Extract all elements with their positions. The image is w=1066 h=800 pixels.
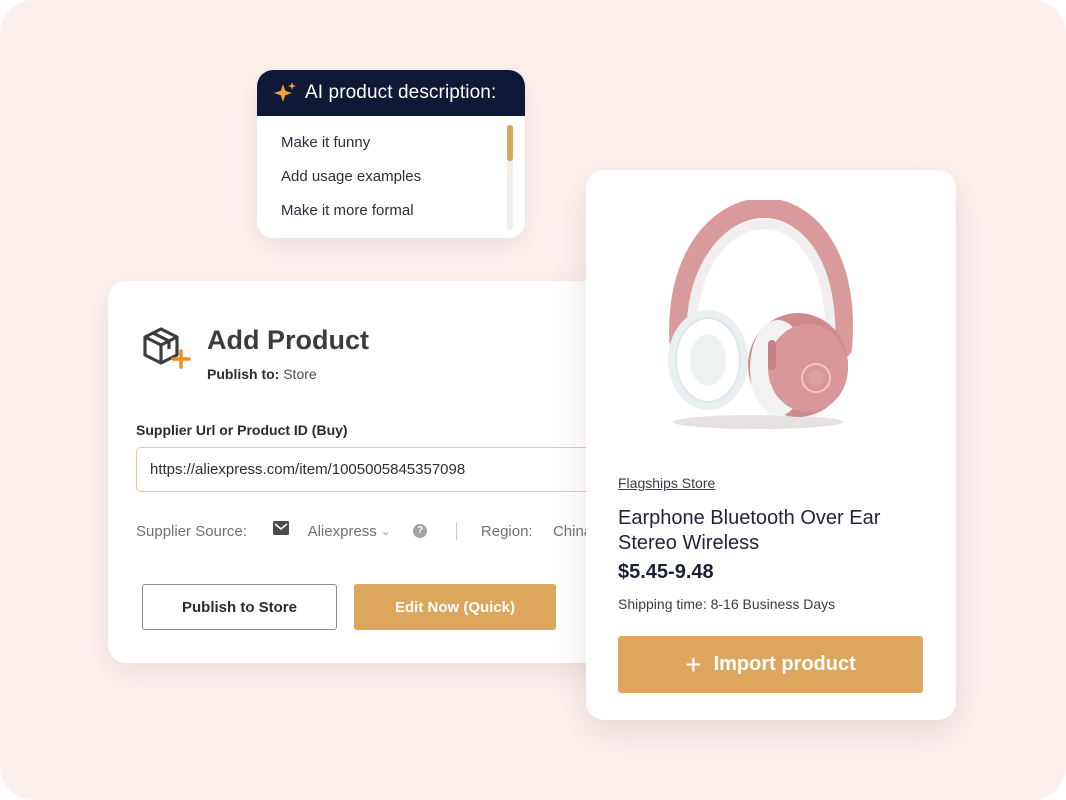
import-button-label: Import product <box>713 653 856 675</box>
supplier-source-label: Supplier Source: <box>136 522 247 540</box>
ai-list-scrollbar[interactable] <box>507 125 513 230</box>
scrollbar-thumb[interactable] <box>507 125 513 161</box>
supplier-url-input[interactable] <box>136 447 628 492</box>
region-label: Region: <box>480 522 533 540</box>
chevron-down-icon: ⌄ <box>380 524 391 539</box>
ai-popup-title: AI product description: <box>305 82 497 103</box>
package-add-icon <box>143 327 191 369</box>
publish-to-value: Store <box>283 366 317 382</box>
headphones-product-image <box>668 200 853 429</box>
product-price: $5.45-9.48 <box>618 561 714 583</box>
supplier-url-label: Supplier Url or Product ID (Buy) <box>136 422 348 438</box>
import-product-button[interactable]: + Import product <box>618 636 923 693</box>
sparkle-icon <box>274 82 296 102</box>
add-product-title: Add Product <box>207 325 369 355</box>
product-card: Flagships Store Earphone Bluetooth Over … <box>586 170 956 720</box>
ai-description-popup: AI product description: Make it funny Ad… <box>257 70 525 238</box>
ai-option-formal[interactable]: Make it more formal <box>281 198 525 232</box>
ai-popup-header: AI product description: <box>257 70 525 116</box>
aliexpress-logo-icon <box>273 521 290 535</box>
publish-to-label: Publish to: <box>207 366 280 382</box>
ai-option-funny[interactable]: Make it funny <box>281 130 525 164</box>
add-product-card: Add Product Publish to: Store Supplier U… <box>108 281 628 663</box>
supplier-source-value: Aliexpress <box>307 522 377 540</box>
supplier-source-select[interactable]: Aliexpress ⌄ <box>308 522 391 540</box>
help-icon[interactable]: ? <box>413 524 428 539</box>
store-link[interactable]: Flagships Store <box>618 475 715 491</box>
ai-option-usage-examples[interactable]: Add usage examples <box>281 164 525 198</box>
edit-now-quick-button[interactable]: Edit Now (Quick) <box>354 584 556 630</box>
plus-icon: + <box>685 648 702 680</box>
source-region-row: Supplier Source: Aliexpress ⌄ ? Region: C… <box>136 521 606 541</box>
publish-to-store-button[interactable]: Publish to Store <box>142 584 337 630</box>
publish-to-line: Publish to: Store <box>207 366 317 382</box>
ai-options-list: Make it funny Add usage examples Make it… <box>257 116 525 232</box>
product-title: Earphone Bluetooth Over Ear Stereo Wirel… <box>618 507 881 554</box>
shipping-time: Shipping time: 8-16 Business Days <box>618 596 836 612</box>
divider <box>455 522 457 541</box>
